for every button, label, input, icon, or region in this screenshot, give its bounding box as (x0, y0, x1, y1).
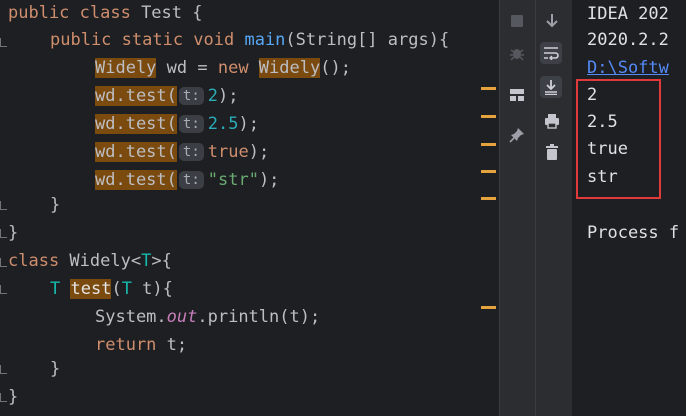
param-hint: t: (178, 115, 204, 133)
fold-marker-icon[interactable] (0, 393, 7, 402)
fold-marker-icon[interactable] (0, 201, 7, 210)
error-stripe-mark[interactable] (481, 143, 496, 146)
code-line: } (8, 387, 19, 407)
output-highlight-box (576, 79, 661, 199)
error-stripe-mark[interactable] (481, 170, 496, 173)
error-stripe-mark[interactable] (481, 197, 496, 200)
fold-marker-icon[interactable] (0, 258, 7, 267)
error-stripe-mark[interactable] (481, 306, 496, 309)
code-line: T test(T t){ (50, 279, 173, 299)
layout-icon[interactable] (506, 84, 528, 106)
fold-marker-icon[interactable] (0, 365, 7, 374)
console-process-line: Process f (587, 223, 680, 243)
debug-icon[interactable] (506, 42, 528, 64)
ide-window: public class Test { public static void m… (0, 0, 686, 416)
code-line: return t; (95, 335, 188, 355)
code-line: System.out.println(t); (95, 307, 321, 327)
run-console[interactable]: IDEA 202 2020.2.2 D:\Softw 2 2.5 true st… (572, 0, 686, 416)
code-line: Widely wd = new Widely(); (95, 58, 351, 78)
scroll-down-icon[interactable] (541, 10, 563, 32)
code-line: } (8, 223, 19, 243)
console-header-line: 2020.2.2 (587, 30, 669, 50)
trash-icon[interactable] (541, 141, 563, 163)
error-stripe-mark[interactable] (481, 115, 496, 118)
param-hint: t: (178, 171, 204, 189)
console-header-line: IDEA 202 (587, 4, 669, 24)
code-line: } (50, 195, 61, 215)
run-toolbar (499, 0, 572, 416)
code-line: wd.test(t: "str"); (95, 170, 280, 190)
pin-icon[interactable] (506, 124, 528, 146)
toolbar-divider (535, 0, 536, 416)
param-hint: t: (178, 87, 204, 105)
code-line: public static void main(String[] args){ (50, 30, 450, 50)
print-icon[interactable] (541, 110, 563, 132)
scroll-to-end-icon[interactable] (540, 76, 562, 98)
param-hint: t: (178, 143, 204, 161)
soft-wrap-icon[interactable] (540, 42, 562, 64)
code-line: class Widely<T>{ (8, 251, 172, 271)
code-line: wd.test(t: 2.5); (95, 114, 259, 134)
stop-icon[interactable] (506, 10, 528, 32)
fold-marker-icon[interactable] (0, 38, 7, 47)
code-editor[interactable]: public class Test { public static void m… (0, 0, 499, 416)
console-path-link[interactable]: D:\Softw (587, 54, 669, 82)
code-line: } (50, 359, 61, 379)
code-line: wd.test(t: 2); (95, 86, 239, 106)
code-line: public class Test { (8, 3, 203, 23)
code-line: wd.test(t: true); (95, 142, 270, 162)
error-stripe-mark[interactable] (481, 87, 496, 90)
fold-marker-icon[interactable] (0, 285, 7, 294)
fold-marker-icon[interactable] (0, 229, 7, 238)
